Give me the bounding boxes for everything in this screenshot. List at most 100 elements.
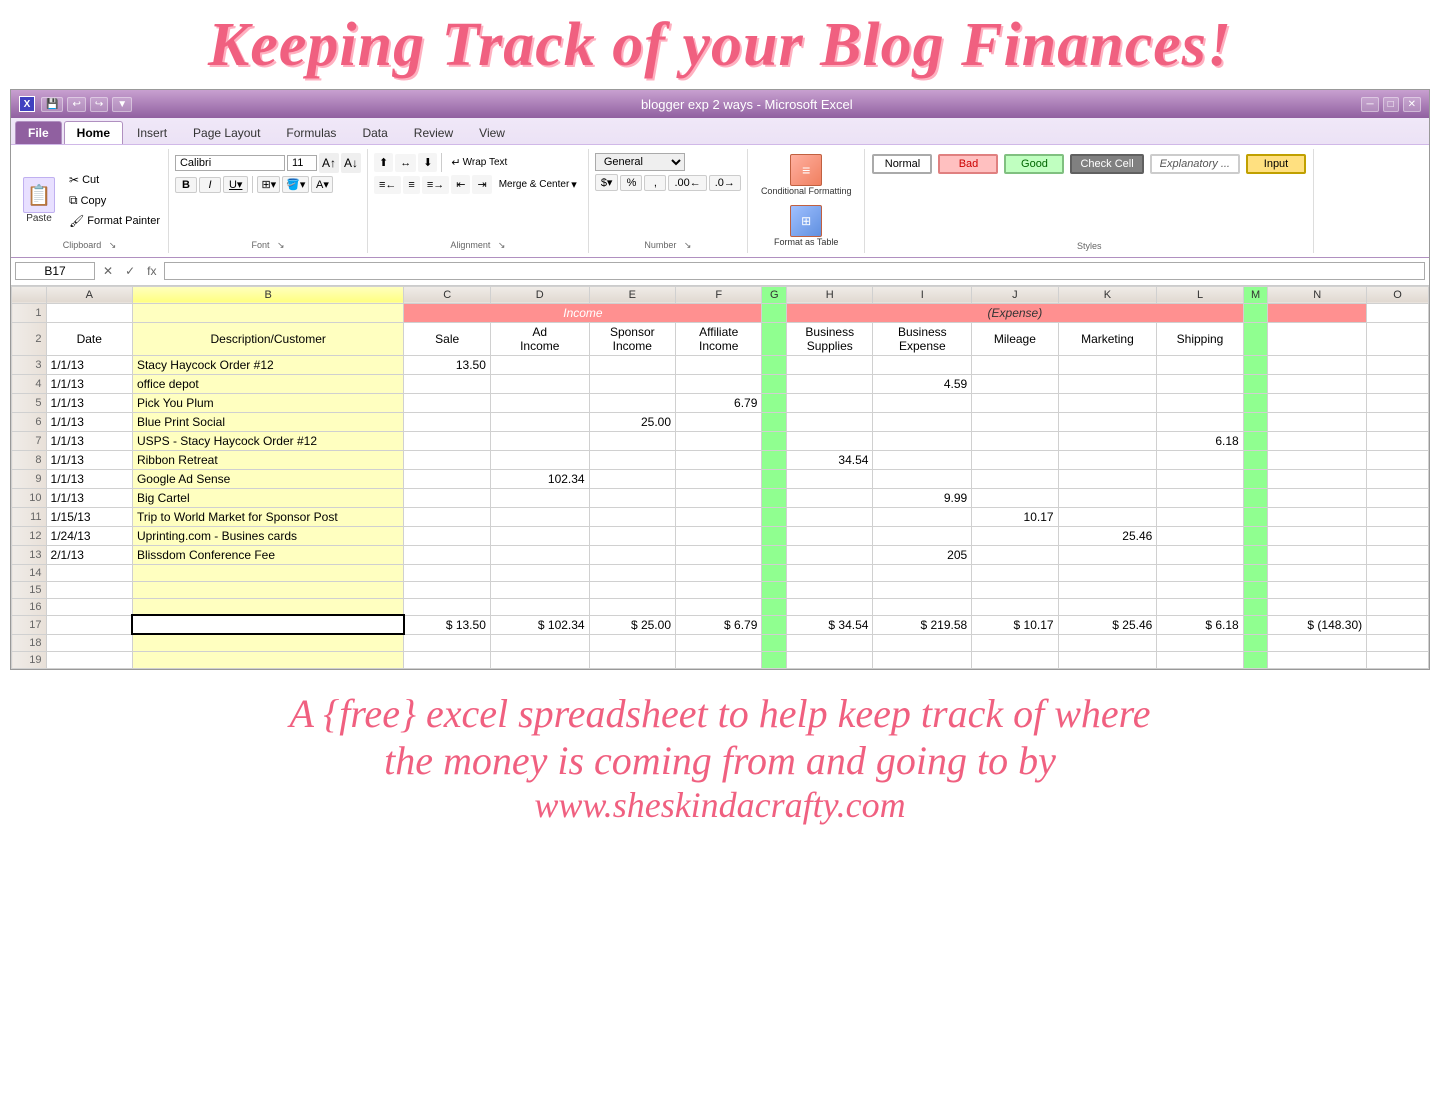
cell-i17[interactable]: $ 219.58: [873, 615, 972, 634]
cell-f17[interactable]: $ 6.79: [676, 615, 762, 634]
cell-h3[interactable]: [787, 355, 873, 374]
align-left-button[interactable]: ≡←: [374, 176, 401, 194]
cell-i19[interactable]: [873, 651, 972, 668]
cell-c3[interactable]: 13.50: [404, 355, 490, 374]
cell-b15[interactable]: [132, 581, 404, 598]
tab-data[interactable]: Data: [350, 122, 399, 144]
cell-o9[interactable]: [1367, 469, 1429, 488]
cell-h12[interactable]: [787, 526, 873, 545]
cell-l15[interactable]: [1157, 581, 1243, 598]
cell-g13[interactable]: [762, 545, 787, 564]
cell-h8[interactable]: 34.54: [787, 450, 873, 469]
tab-home[interactable]: Home: [64, 121, 123, 144]
cell-c9[interactable]: [404, 469, 490, 488]
cell-m13[interactable]: [1243, 545, 1268, 564]
cell-m10[interactable]: [1243, 488, 1268, 507]
cell-i2[interactable]: BusinessExpense: [873, 322, 972, 355]
cell-g3[interactable]: [762, 355, 787, 374]
cell-k5[interactable]: [1058, 393, 1157, 412]
cell-d14[interactable]: [490, 564, 589, 581]
col-header-h[interactable]: H: [787, 286, 873, 303]
cell-d3[interactable]: [490, 355, 589, 374]
cell-f7[interactable]: [676, 431, 762, 450]
cell-o19[interactable]: [1367, 651, 1429, 668]
cell-g19[interactable]: [762, 651, 787, 668]
cell-h11[interactable]: [787, 507, 873, 526]
cell-m16[interactable]: [1243, 598, 1268, 615]
cell-o4[interactable]: [1367, 374, 1429, 393]
cell-n13[interactable]: [1268, 545, 1367, 564]
cell-n5[interactable]: [1268, 393, 1367, 412]
col-header-l[interactable]: L: [1157, 286, 1243, 303]
format-painter-button[interactable]: 🖌 Format Painter: [65, 212, 164, 230]
cell-a19[interactable]: [46, 651, 132, 668]
cell-g9[interactable]: [762, 469, 787, 488]
cell-b12[interactable]: Uprinting.com - Busines cards: [132, 526, 404, 545]
cell-a13[interactable]: 2/1/13: [46, 545, 132, 564]
cell-l8[interactable]: [1157, 450, 1243, 469]
cell-f2[interactable]: AffiliateIncome: [676, 322, 762, 355]
underline-button[interactable]: U▾: [223, 176, 248, 193]
cell-l18[interactable]: [1157, 634, 1243, 651]
cell-a10[interactable]: 1/1/13: [46, 488, 132, 507]
cell-e12[interactable]: [589, 526, 675, 545]
cell-c15[interactable]: [404, 581, 490, 598]
cell-k7[interactable]: [1058, 431, 1157, 450]
cell-g15[interactable]: [762, 581, 787, 598]
cell-e2[interactable]: SponsorIncome: [589, 322, 675, 355]
font-size-input[interactable]: [287, 155, 317, 171]
cell-m11[interactable]: [1243, 507, 1268, 526]
cell-h18[interactable]: [787, 634, 873, 651]
borders-button[interactable]: ⊞▾: [257, 176, 280, 193]
cell-b17[interactable]: [132, 615, 404, 634]
cell-n11[interactable]: [1268, 507, 1367, 526]
cell-a3[interactable]: 1/1/13: [46, 355, 132, 374]
merge-center-button[interactable]: Merge & Center▾: [494, 175, 582, 194]
increase-font-button[interactable]: A↑: [319, 153, 339, 173]
cell-m19[interactable]: [1243, 651, 1268, 668]
cell-h2[interactable]: BusinessSupplies: [787, 322, 873, 355]
cell-n3[interactable]: [1268, 355, 1367, 374]
wrap-text-button[interactable]: ↵ Wrap Text: [446, 153, 512, 172]
cell-g12[interactable]: [762, 526, 787, 545]
cell-k11[interactable]: [1058, 507, 1157, 526]
cell-c19[interactable]: [404, 651, 490, 668]
cell-h5[interactable]: [787, 393, 873, 412]
cell-i6[interactable]: [873, 412, 972, 431]
cell-d16[interactable]: [490, 598, 589, 615]
cell-h19[interactable]: [787, 651, 873, 668]
cell-e6[interactable]: 25.00: [589, 412, 675, 431]
cell-j12[interactable]: [972, 526, 1058, 545]
cell-n15[interactable]: [1268, 581, 1367, 598]
save-quickaccess-button[interactable]: 💾: [41, 97, 63, 112]
cell-f13[interactable]: [676, 545, 762, 564]
paste-button[interactable]: 📋 Paste: [15, 151, 63, 251]
cell-b5[interactable]: Pick You Plum: [132, 393, 404, 412]
cell-n7[interactable]: [1268, 431, 1367, 450]
cell-l4[interactable]: [1157, 374, 1243, 393]
cell-h17[interactable]: $ 34.54: [787, 615, 873, 634]
cell-o1[interactable]: [1367, 303, 1429, 322]
cell-n4[interactable]: [1268, 374, 1367, 393]
cell-l9[interactable]: [1157, 469, 1243, 488]
cell-j9[interactable]: [972, 469, 1058, 488]
cell-income-header[interactable]: Income: [404, 303, 762, 322]
cell-d9[interactable]: 102.34: [490, 469, 589, 488]
cell-j16[interactable]: [972, 598, 1058, 615]
cell-f16[interactable]: [676, 598, 762, 615]
cell-n10[interactable]: [1268, 488, 1367, 507]
cell-d8[interactable]: [490, 450, 589, 469]
cell-d15[interactable]: [490, 581, 589, 598]
cell-b16[interactable]: [132, 598, 404, 615]
cell-n2[interactable]: [1268, 322, 1367, 355]
cell-m6[interactable]: [1243, 412, 1268, 431]
cell-k15[interactable]: [1058, 581, 1157, 598]
cell-j5[interactable]: [972, 393, 1058, 412]
cell-d17[interactable]: $ 102.34: [490, 615, 589, 634]
cell-d13[interactable]: [490, 545, 589, 564]
cell-h7[interactable]: [787, 431, 873, 450]
cell-j18[interactable]: [972, 634, 1058, 651]
align-bottom-button[interactable]: ⬇: [418, 153, 437, 172]
cell-f19[interactable]: [676, 651, 762, 668]
cell-a12[interactable]: 1/24/13: [46, 526, 132, 545]
